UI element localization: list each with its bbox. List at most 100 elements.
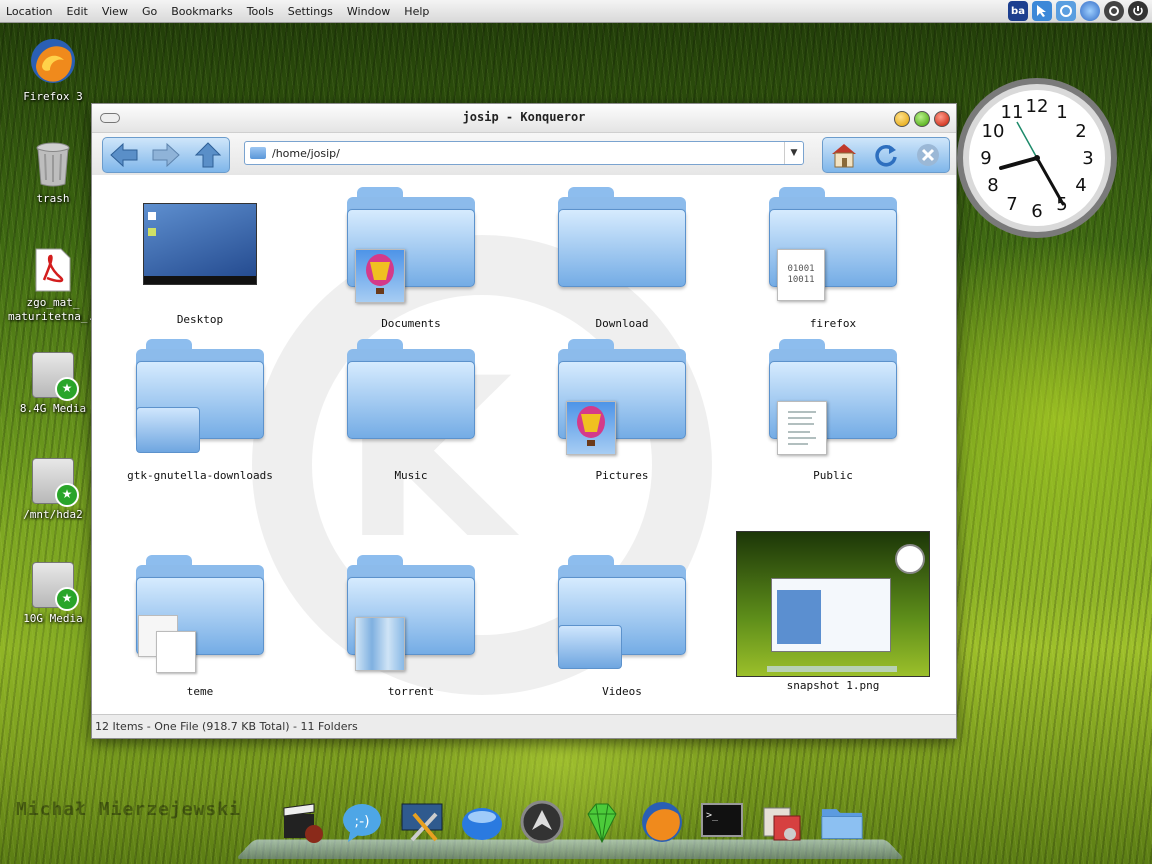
file-item-teme[interactable]: teme: [100, 555, 300, 698]
menu-tools[interactable]: Tools: [241, 5, 282, 18]
file-item-pictures[interactable]: Pictures: [522, 339, 722, 482]
back-button[interactable]: [106, 141, 142, 169]
file-item-public[interactable]: Public: [733, 339, 933, 482]
minimize-button[interactable]: [894, 111, 910, 127]
menu-view[interactable]: View: [96, 5, 136, 18]
desktop-icon-firefox[interactable]: Firefox 3: [8, 36, 98, 104]
file-item-torrent[interactable]: torrent: [311, 555, 511, 698]
file-item-desktop[interactable]: Desktop: [100, 187, 300, 326]
system-settings-icon[interactable]: [400, 800, 444, 844]
folder-icon: 01001 10011: [769, 187, 897, 301]
wallpaper-credit: Michał Mierzejewski: [16, 799, 241, 820]
clock-numeral: 3: [1082, 148, 1093, 169]
home-button[interactable]: [826, 141, 862, 169]
desktop-icon-label: zgo_mat_ maturitetna_..: [8, 296, 101, 323]
balloon-emblem-icon: [355, 249, 405, 303]
balloon-emblem-icon: [566, 401, 616, 455]
menu-help[interactable]: Help: [398, 5, 437, 18]
pdf-icon: [35, 248, 71, 292]
folder-icon: [347, 555, 475, 671]
menu-location[interactable]: Location: [0, 5, 61, 18]
file-item-label: teme: [186, 685, 214, 698]
clock-numeral: 9: [980, 148, 991, 169]
network-icon[interactable]: [1080, 1, 1100, 21]
amarok-icon[interactable]: [520, 800, 564, 844]
file-item-gtk-gnutella-downloads[interactable]: gtk-gnutella-downloads: [100, 339, 300, 482]
folder-icon: [558, 187, 686, 289]
file-item-music[interactable]: Music: [311, 339, 511, 482]
location-dropdown-button[interactable]: ▼: [784, 142, 803, 164]
stop-button[interactable]: [910, 141, 946, 169]
maximize-button[interactable]: [914, 111, 930, 127]
close-button[interactable]: [934, 111, 950, 127]
toolbar: /home/josip/ ▼: [92, 133, 956, 176]
action-buttons: [822, 137, 950, 173]
browser-orb-icon[interactable]: [460, 800, 504, 844]
cursor-icon[interactable]: [1032, 1, 1052, 21]
svg-text:>_: >_: [706, 810, 719, 821]
waterfall-emblem-icon: [355, 617, 405, 671]
logout-icon[interactable]: [1128, 1, 1148, 21]
file-item-download[interactable]: Download: [522, 187, 722, 330]
folder-icon: [136, 339, 264, 453]
ba-indicator-icon[interactable]: ba: [1008, 1, 1028, 21]
file-item-label: Download: [595, 317, 649, 330]
file-item-label: snapshot 1.png: [786, 679, 880, 692]
terminal-icon[interactable]: >_: [700, 800, 744, 844]
reload-button[interactable]: [868, 141, 904, 169]
location-input[interactable]: /home/josip/: [272, 147, 340, 160]
file-item-documents[interactable]: Documents: [311, 187, 511, 330]
desktop-icon-trash[interactable]: trash: [8, 140, 98, 206]
clock-numeral: 1: [1056, 102, 1067, 123]
window-titlebar[interactable]: josip - Konqueror: [92, 104, 956, 133]
forward-button[interactable]: [148, 141, 184, 169]
file-item-videos[interactable]: Videos: [522, 555, 722, 698]
folder-icon: [558, 555, 686, 669]
menu-settings[interactable]: Settings: [282, 5, 341, 18]
video-editor-icon[interactable]: [280, 800, 324, 844]
desktop-icon-label: trash: [36, 192, 70, 205]
clock-numeral: 2: [1075, 121, 1086, 142]
clock-numeral: 8: [987, 175, 998, 196]
desktop-icon-media-84g[interactable]: ★ 8.4G Media: [8, 352, 98, 416]
file-item-label: Music: [394, 469, 428, 482]
location-bar[interactable]: /home/josip/ ▼: [244, 141, 804, 165]
menu-window[interactable]: Window: [341, 5, 398, 18]
up-button[interactable]: [190, 141, 226, 169]
firefox-dock-icon[interactable]: [640, 800, 684, 844]
desktop-icon-label: 8.4G Media: [19, 402, 87, 415]
chat-icon[interactable]: ;-): [340, 800, 384, 844]
navigation-buttons: [102, 137, 230, 173]
package-manager-icon[interactable]: [760, 800, 804, 844]
file-item-snapshot[interactable]: snapshot 1.png: [733, 531, 933, 692]
gem-icon[interactable]: [580, 800, 624, 844]
menu-go[interactable]: Go: [136, 5, 165, 18]
svg-text:;-): ;-): [354, 814, 369, 830]
folder-icon: [250, 147, 266, 159]
folder-icon: [558, 339, 686, 455]
menu-bookmarks[interactable]: Bookmarks: [165, 5, 240, 18]
clock-face: 12 1 2 3 4 5 6 7 8 9 10 11: [957, 78, 1117, 238]
file-item-label: Desktop: [176, 313, 224, 326]
folder-icon: [347, 187, 475, 303]
file-manager-icon[interactable]: [820, 800, 864, 844]
file-item-firefox[interactable]: 01001 10011 firefox: [733, 187, 933, 330]
document-emblem-icon: [777, 401, 827, 455]
folder-icon: [136, 555, 264, 673]
chevron-down-icon: ▼: [790, 148, 798, 158]
analog-clock-widget[interactable]: 12 1 2 3 4 5 6 7 8 9 10 11: [955, 76, 1119, 240]
desktop-icon-pdf[interactable]: zgo_mat_ maturitetna_..: [8, 248, 101, 324]
desktop-icon-hda2[interactable]: ★ /mnt/hda2: [8, 458, 98, 522]
stop-icon: [917, 144, 939, 166]
clock-numeral: 4: [1075, 175, 1086, 196]
home-icon: [832, 144, 856, 168]
file-item-label: Pictures: [595, 469, 649, 482]
menu-edit[interactable]: Edit: [61, 5, 96, 18]
klipper-icon[interactable]: [1056, 1, 1076, 21]
desktop-icon-label: 10G Media: [23, 612, 83, 625]
desktop-icon-media-10g[interactable]: ★ 10G Media: [8, 562, 98, 626]
firefox-icon: [31, 39, 75, 83]
volume-icon[interactable]: [1104, 1, 1124, 21]
reload-icon: [875, 145, 897, 167]
folder-icon: [769, 339, 897, 455]
